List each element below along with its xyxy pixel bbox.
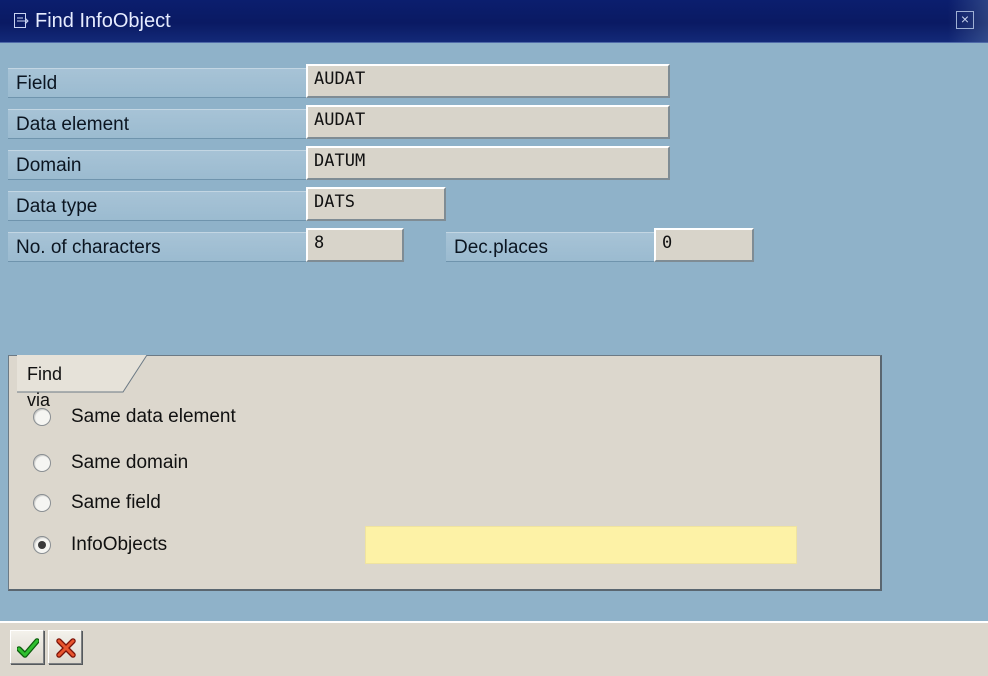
radio-circle[interactable]: [33, 494, 51, 512]
dialog-toolbar: [0, 621, 988, 676]
radio-label: InfoObjects: [71, 534, 168, 555]
data-type-label: Data type: [8, 191, 306, 221]
data-element-value: AUDAT: [306, 105, 670, 139]
window-title-bar: Find InfoObject ×: [0, 0, 988, 43]
radio-circle-selected[interactable]: [33, 536, 51, 554]
num-characters-label: No. of characters: [8, 232, 306, 262]
radio-same-domain[interactable]: Same domain: [33, 446, 188, 480]
dec-places-label: Dec.places: [446, 232, 654, 262]
radio-same-data-element[interactable]: Same data element: [33, 400, 236, 434]
domain-label: Domain: [8, 150, 306, 180]
radio-label: Same data element: [71, 406, 236, 427]
radio-infoobjects[interactable]: InfoObjects: [33, 528, 167, 562]
find-via-title: Find via: [27, 364, 63, 410]
num-characters-value: 8: [306, 228, 404, 262]
data-element-label: Data element: [8, 109, 306, 139]
radio-circle[interactable]: [33, 408, 51, 426]
confirm-button[interactable]: [10, 630, 44, 664]
find-via-group: Find via Same data element Same domain S…: [8, 355, 882, 591]
field-label: Field: [8, 68, 306, 98]
field-value: AUDAT: [306, 64, 670, 98]
radio-label: Same domain: [71, 452, 189, 473]
window-title: Find InfoObject: [35, 10, 171, 32]
radio-label: Same field: [71, 492, 161, 513]
window-app-icon: [14, 13, 29, 28]
checkmark-icon: [17, 638, 39, 658]
domain-value: DATUM: [306, 146, 670, 180]
infoobjects-input[interactable]: [365, 526, 797, 564]
radio-same-field[interactable]: Same field: [33, 486, 161, 520]
data-type-value: DATS: [306, 187, 446, 221]
radio-circle[interactable]: [33, 454, 51, 472]
cancel-x-icon: [56, 638, 76, 658]
close-window-button[interactable]: ×: [956, 11, 974, 29]
cancel-button[interactable]: [48, 630, 82, 664]
dec-places-value: 0: [654, 228, 754, 262]
close-icon: ×: [960, 11, 970, 27]
